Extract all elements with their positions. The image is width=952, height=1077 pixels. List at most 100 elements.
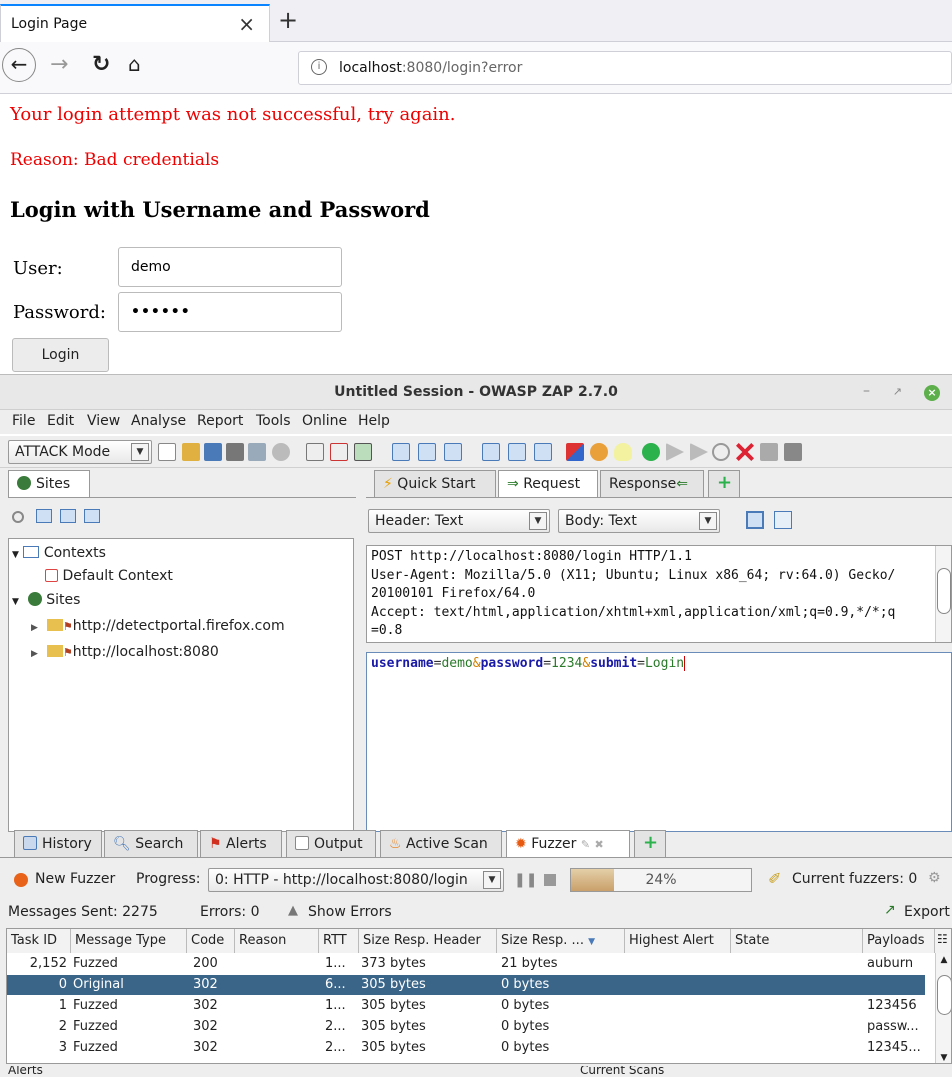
menu-tools[interactable]: Tools bbox=[256, 413, 291, 429]
scroll-up-icon[interactable]: ▲ bbox=[936, 955, 951, 965]
context-remove-icon[interactable] bbox=[330, 443, 348, 461]
menu-analyse[interactable]: Analyse bbox=[131, 413, 186, 429]
login-button[interactable]: Login bbox=[12, 338, 109, 372]
password-field[interactable]: •••••• bbox=[118, 292, 342, 332]
back-icon[interactable]: ← bbox=[2, 48, 36, 82]
reload-icon[interactable]: ↻ bbox=[92, 52, 110, 77]
new-tab-icon[interactable]: + bbox=[278, 6, 298, 34]
show-errors-button[interactable]: Show Errors bbox=[308, 904, 392, 920]
col-code[interactable]: Code bbox=[187, 929, 235, 953]
menu-edit[interactable]: Edit bbox=[47, 413, 74, 429]
request-header-panel[interactable]: POST http://localhost:8080/login HTTP/1.… bbox=[366, 545, 952, 643]
options-gear-icon[interactable] bbox=[272, 443, 290, 461]
tab-search[interactable]: 🔍︎ Search bbox=[104, 830, 198, 858]
menu-online[interactable]: Online bbox=[302, 413, 347, 429]
col-reason[interactable]: Reason bbox=[235, 929, 319, 953]
col-size-resp-header[interactable]: Size Resp. Header bbox=[359, 929, 497, 953]
minimize-icon[interactable]: – bbox=[863, 383, 870, 399]
info-icon[interactable]: i bbox=[311, 59, 327, 75]
tab-response[interactable]: Response⇐ bbox=[600, 470, 704, 498]
site-node-detectportal[interactable]: ▶ ⚑http://detectportal.firefox.com bbox=[31, 618, 285, 634]
add-tab-icon[interactable]: + bbox=[708, 470, 740, 498]
table-row[interactable]: 2,152 Fuzzed 200 1... 373 bytes 21 bytes aubur… bbox=[7, 954, 925, 974]
tab-alerts[interactable]: ⚑ Alerts bbox=[200, 830, 282, 858]
request-body-panel[interactable]: username=demo&password=1234&submit=Login… bbox=[366, 652, 952, 832]
hide-tabs-icon[interactable] bbox=[590, 443, 608, 461]
pause-icon[interactable]: ❚❚ bbox=[514, 872, 537, 888]
body-view-select[interactable]: Body: Text ▼ bbox=[558, 509, 720, 533]
table-row[interactable]: 1 Fuzzed 302 1... 305 bytes 0 bytes 123456 bbox=[7, 996, 925, 1016]
layout-split-icon[interactable] bbox=[508, 443, 526, 461]
layout-full-icon[interactable] bbox=[534, 443, 552, 461]
open-session-icon[interactable] bbox=[182, 443, 200, 461]
header-view-select[interactable]: Header: Text ▼ bbox=[368, 509, 550, 533]
column-chooser-icon[interactable]: ☷ bbox=[935, 929, 951, 953]
table-scrollbar[interactable]: ▲ ▼ bbox=[935, 953, 951, 1063]
console-icon[interactable] bbox=[354, 443, 372, 461]
table-row[interactable]: 2 Fuzzed 302 2... 305 bytes 0 bytes passw... bbox=[7, 1017, 925, 1037]
new-context-icon[interactable] bbox=[36, 509, 52, 523]
close-tab-icon[interactable]: × bbox=[238, 12, 255, 36]
continue-icon[interactable] bbox=[690, 443, 708, 461]
target-icon[interactable] bbox=[12, 511, 24, 523]
close-window-icon[interactable]: × bbox=[924, 385, 940, 401]
tab-active-scan[interactable]: ♨ Active Scan bbox=[380, 830, 502, 858]
contexts-node[interactable]: ▼ Contexts bbox=[12, 545, 106, 561]
new-fuzzer-icon[interactable] bbox=[14, 873, 28, 887]
show-all-tabs-icon[interactable] bbox=[566, 443, 584, 461]
import-context-icon[interactable] bbox=[60, 509, 76, 523]
new-fuzzer-button[interactable]: New Fuzzer bbox=[35, 871, 115, 887]
col-task-id[interactable]: Task ID bbox=[7, 929, 71, 953]
layout-tabs-icon[interactable] bbox=[482, 443, 500, 461]
mode-select[interactable]: ATTACK Mode ▼ bbox=[8, 440, 152, 464]
split-horizontal-icon[interactable] bbox=[774, 511, 792, 529]
stop-icon[interactable] bbox=[544, 874, 556, 886]
new-session-icon[interactable] bbox=[158, 443, 176, 461]
tab-history[interactable]: History bbox=[14, 830, 102, 858]
url-bar[interactable]: i localhost:8080/login?error bbox=[298, 51, 952, 85]
maximize-icon[interactable]: ↗ bbox=[893, 385, 902, 398]
split-vertical-icon[interactable] bbox=[746, 511, 764, 529]
menu-file[interactable]: File bbox=[12, 413, 35, 429]
scan-policy-icon[interactable] bbox=[760, 443, 778, 461]
forward-icon[interactable]: → bbox=[50, 52, 68, 77]
tab-sites[interactable]: Sites bbox=[8, 470, 90, 498]
username-field[interactable]: demo bbox=[118, 247, 342, 287]
tab-request[interactable]: ⇒ Request bbox=[498, 470, 598, 498]
layout-1-icon[interactable] bbox=[392, 443, 410, 461]
layout-2-icon[interactable] bbox=[418, 443, 436, 461]
pin-icon[interactable]: ✎ bbox=[581, 838, 590, 851]
table-row[interactable]: 0 Original 302 6... 305 bytes 0 bytes bbox=[7, 975, 925, 995]
scroll-thumb[interactable] bbox=[937, 975, 951, 1015]
menu-report[interactable]: Report bbox=[197, 413, 243, 429]
context-icon[interactable] bbox=[306, 443, 324, 461]
request-header-scrollbar[interactable] bbox=[935, 546, 951, 642]
sites-node[interactable]: ▼ Sites bbox=[12, 592, 80, 608]
add-tab-icon[interactable]: + bbox=[634, 830, 666, 858]
save-session-icon[interactable] bbox=[204, 443, 222, 461]
layout-3-icon[interactable] bbox=[444, 443, 462, 461]
menu-help[interactable]: Help bbox=[358, 413, 390, 429]
col-size-resp-body[interactable]: Size Resp. ... ▼ bbox=[497, 929, 625, 953]
tab-quick-start[interactable]: ⚡ Quick Start bbox=[374, 470, 496, 498]
col-payloads[interactable]: Payloads bbox=[863, 929, 935, 953]
tab-fuzzer[interactable]: ✹ Fuzzer ✎ ✖ bbox=[506, 830, 630, 858]
home-icon[interactable]: ⌂ bbox=[128, 52, 141, 76]
tab-output[interactable]: Output bbox=[286, 830, 376, 858]
hint-bulb-icon[interactable] bbox=[614, 443, 632, 461]
users-icon[interactable] bbox=[784, 443, 802, 461]
scroll-thumb[interactable] bbox=[937, 568, 951, 614]
menu-view[interactable]: View bbox=[87, 413, 120, 429]
drop-icon[interactable] bbox=[712, 443, 730, 461]
export-button[interactable]: Export bbox=[904, 904, 950, 920]
step-icon[interactable] bbox=[666, 443, 684, 461]
default-context-node[interactable]: Default Context bbox=[45, 568, 173, 584]
col-message-type[interactable]: Message Type bbox=[71, 929, 187, 953]
close-icon[interactable]: ✖ bbox=[595, 838, 604, 851]
export-context-icon[interactable] bbox=[84, 509, 100, 523]
break-on-all-icon[interactable] bbox=[642, 443, 660, 461]
table-row[interactable]: 3 Fuzzed 302 2... 305 bytes 0 bytes 12345... bbox=[7, 1038, 925, 1058]
fuzzer-progress-select[interactable]: 0: HTTP - http://localhost:8080/login ▼ bbox=[208, 868, 504, 892]
col-rtt[interactable]: RTT bbox=[319, 929, 359, 953]
snapshot-icon[interactable] bbox=[226, 443, 244, 461]
